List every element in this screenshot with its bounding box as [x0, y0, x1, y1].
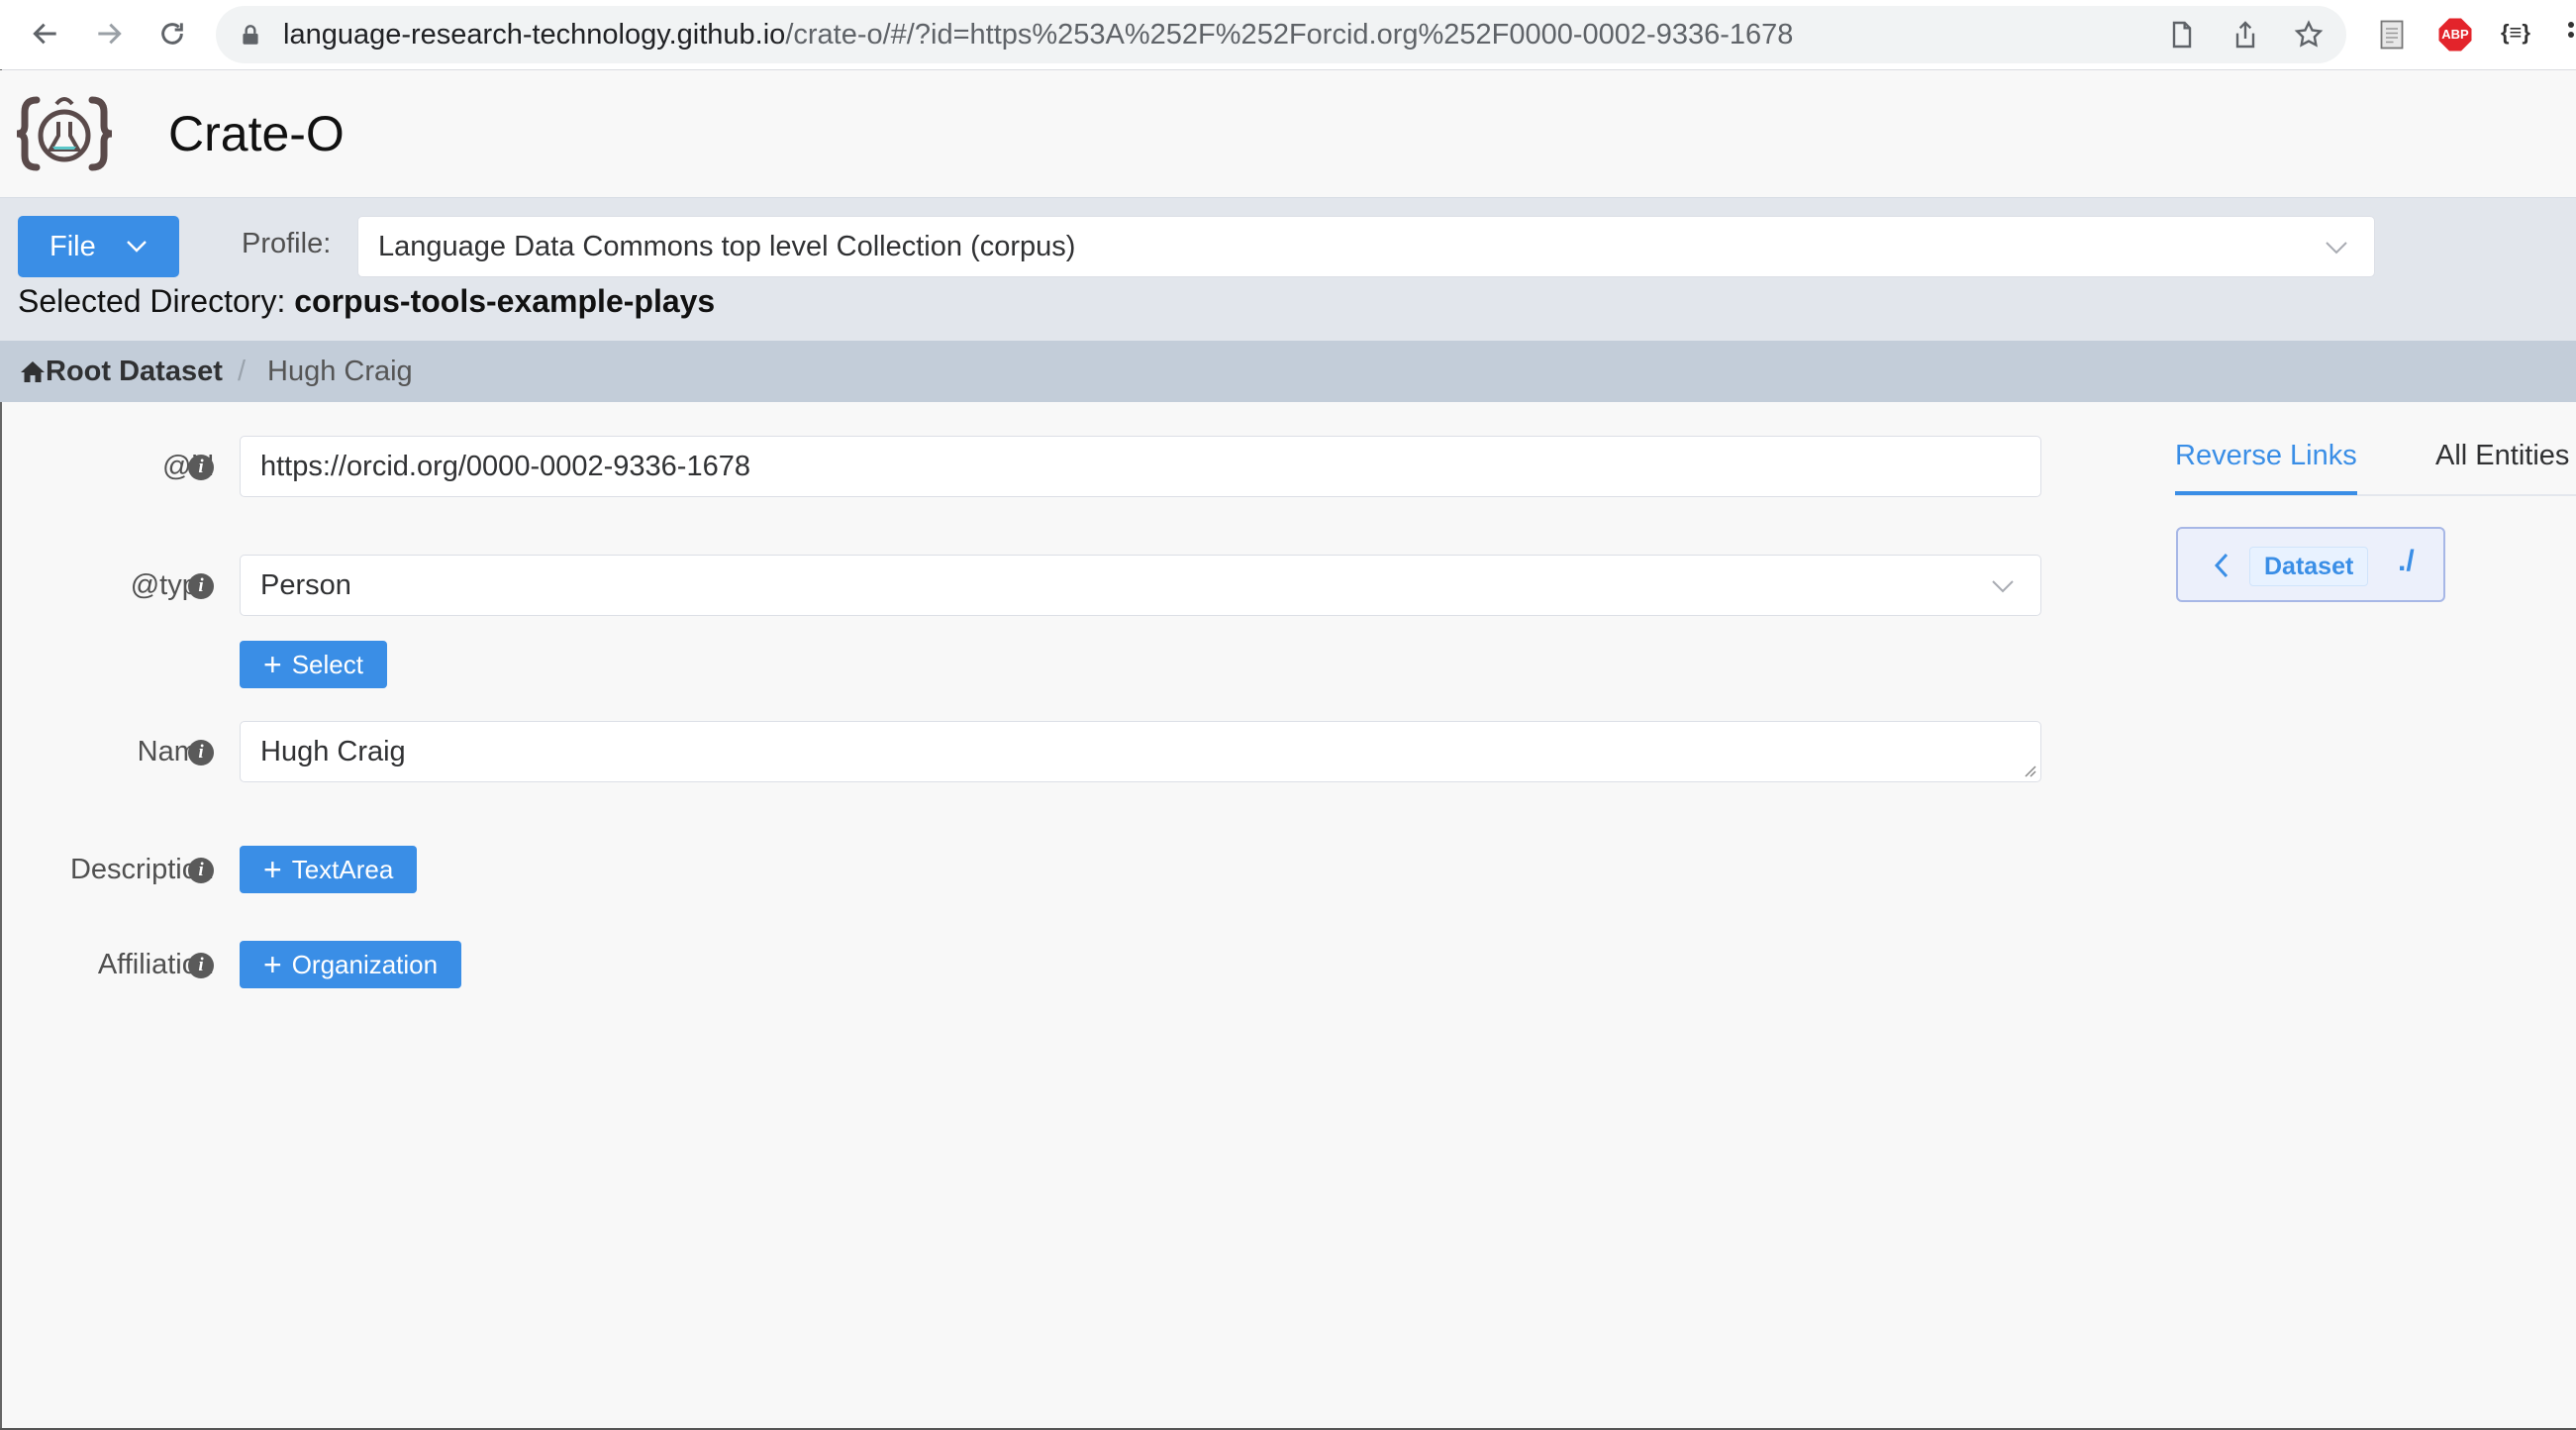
plus-icon: + — [263, 947, 282, 982]
bookmark-star-icon[interactable] — [2293, 19, 2325, 51]
plus-icon: + — [263, 852, 282, 887]
file-menu-button[interactable]: File — [18, 216, 179, 277]
crate-o-logo — [16, 96, 113, 171]
menu-kebab-icon[interactable] — [2568, 22, 2576, 48]
json-extension-icon[interactable]: {≡} — [2501, 20, 2530, 46]
add-type-select-button[interactable]: + Select — [240, 641, 387, 688]
profile-select[interactable]: Language Data Commons top level Collecti… — [357, 216, 2375, 277]
tab-all-entities[interactable]: All Entities — [2435, 440, 2569, 472]
app-title: Crate-O — [168, 106, 345, 161]
add-organization-button[interactable]: + Organization — [240, 941, 462, 988]
id-input-value: https://orcid.org/0000-0002-9336-1678 — [260, 451, 750, 482]
chevron-left-icon — [2214, 553, 2229, 578]
info-icon[interactable]: i — [188, 740, 214, 766]
active-tab-indicator — [2175, 491, 2357, 495]
breadcrumb-root-link[interactable]: Root Dataset — [46, 341, 223, 402]
chevron-down-icon — [127, 241, 147, 253]
file-button-label: File — [50, 230, 96, 262]
id-input[interactable]: https://orcid.org/0000-0002-9336-1678 — [240, 436, 2041, 497]
add-textarea-button[interactable]: + TextArea — [240, 846, 418, 893]
add-organization-label: Organization — [291, 949, 439, 979]
chevron-down-icon — [2326, 242, 2347, 255]
name-textarea[interactable]: Hugh Craig — [240, 721, 2041, 782]
chevron-down-icon — [1992, 580, 2014, 593]
breadcrumb-current: Hugh Craig — [267, 356, 413, 387]
info-icon[interactable]: i — [188, 953, 214, 978]
selected-directory-value: corpus-tools-example-plays — [294, 283, 716, 319]
document-icon[interactable] — [2166, 19, 2198, 51]
selected-directory: Selected Directory: corpus-tools-example… — [18, 283, 716, 319]
address-bar[interactable]: language-research-technology.github.io/c… — [216, 6, 2346, 63]
url-text: language-research-technology.github.io/c… — [283, 19, 1794, 51]
reverse-link-item[interactable]: Dataset ./ — [2176, 527, 2445, 602]
forward-button[interactable] — [87, 12, 131, 55]
info-icon[interactable]: i — [188, 573, 214, 599]
browser-toolbar: language-research-technology.github.io/c… — [0, 0, 2576, 70]
reload-button[interactable] — [150, 12, 194, 55]
home-icon[interactable] — [20, 359, 46, 383]
arrow-right-icon — [98, 23, 122, 45]
plus-icon: + — [263, 647, 282, 682]
type-select-value: Person — [260, 569, 351, 601]
tab-reverse-links[interactable]: Reverse Links — [2175, 440, 2357, 472]
arrow-left-icon — [33, 23, 56, 45]
info-icon[interactable]: i — [188, 858, 214, 883]
reload-icon — [161, 23, 183, 45]
share-icon[interactable] — [2229, 19, 2261, 51]
add-type-select-label: Select — [291, 649, 363, 679]
entity-type-tag: Dataset — [2249, 547, 2369, 586]
breadcrumb: Root Dataset / Hugh Craig — [0, 341, 2576, 402]
profile-select-value: Language Data Commons top level Collecti… — [378, 231, 1076, 262]
adblock-plus-icon[interactable]: ABP — [2437, 17, 2473, 52]
profile-label: Profile: — [242, 228, 332, 259]
toolbar: File Profile: Language Data Commons top … — [0, 197, 2576, 342]
name-textarea-value: Hugh Craig — [260, 736, 406, 767]
app-header: Crate-O — [0, 70, 2576, 197]
add-textarea-label: TextArea — [291, 854, 394, 884]
back-button[interactable] — [24, 12, 67, 55]
info-icon[interactable]: i — [188, 455, 214, 480]
entity-id: ./ — [2398, 545, 2415, 577]
reader-extension-icon[interactable] — [2374, 17, 2410, 52]
resize-handle-icon[interactable] — [2023, 764, 2036, 777]
lock-icon — [243, 25, 258, 45]
type-select[interactable]: Person — [240, 555, 2041, 616]
breadcrumb-separator: / — [238, 356, 247, 387]
